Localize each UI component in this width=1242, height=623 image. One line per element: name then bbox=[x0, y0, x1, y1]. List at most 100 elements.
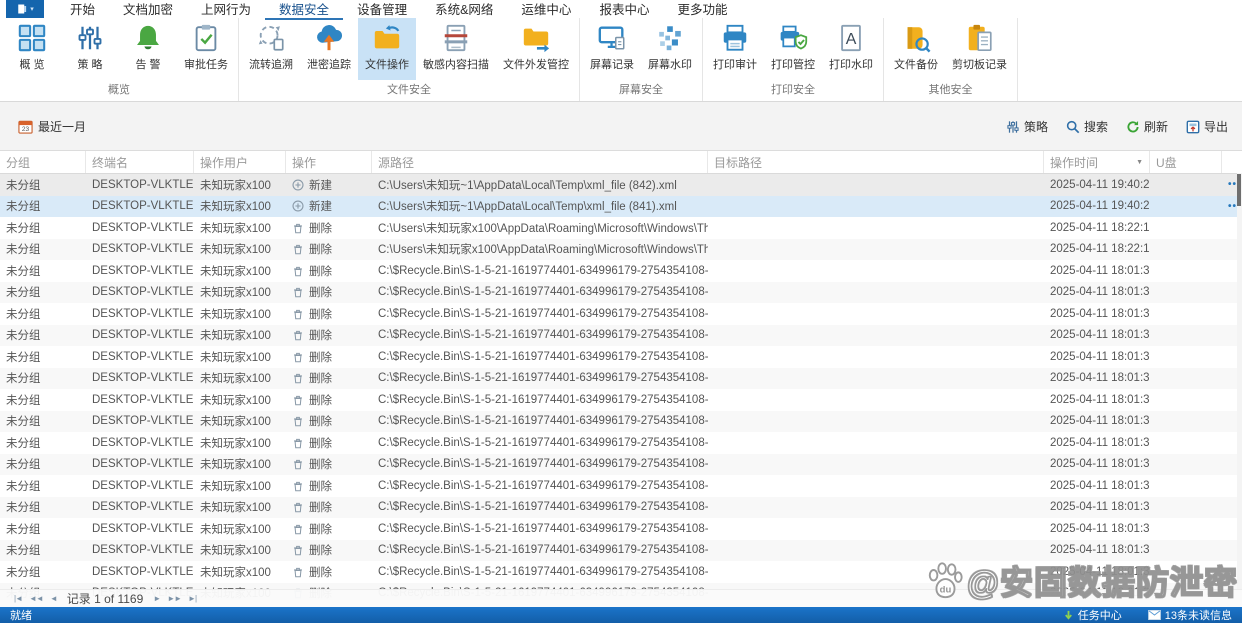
menu-tab-5[interactable]: 设备管理 bbox=[343, 0, 421, 20]
nav-prev-page-button[interactable]: ◄◄ bbox=[29, 594, 44, 603]
cell-operation: 删除 bbox=[286, 542, 372, 558]
cell-source-path: C:\$Recycle.Bin\S-1-5-21-1619774401-6349… bbox=[378, 522, 708, 535]
ribbon-item[interactable]: 打印管控 bbox=[764, 18, 822, 80]
nav-last-button[interactable]: ►| bbox=[188, 594, 197, 603]
cell-group: 未分组 bbox=[6, 287, 41, 300]
table-row[interactable]: 未分组 DESKTOP-VLKTLE1 未知玩家x100 删除 C:\$Recycle.… bbox=[0, 410, 1242, 432]
app-menu-button[interactable]: ▾ bbox=[6, 0, 44, 18]
table-row[interactable]: 未分组 DESKTOP-VLKTLE1 未知玩家x100 删除 C:\$Recycle.… bbox=[0, 475, 1242, 497]
ribbon-item[interactable]: 屏幕记录 bbox=[583, 18, 641, 80]
ribbon-item[interactable]: 告 警 bbox=[119, 18, 177, 80]
task-center-button[interactable]: 任务中心 bbox=[1063, 607, 1122, 623]
table-row[interactable]: 未分组 DESKTOP-VLKTLE1 未知玩家x100 删除 C:\Users\未知玩… bbox=[0, 217, 1242, 239]
table-row[interactable]: 未分组 DESKTOP-VLKTLE1 未知玩家x100 删除 C:\$Recycle.… bbox=[0, 432, 1242, 454]
column-header[interactable]: 终端名 bbox=[86, 151, 194, 173]
table-row[interactable]: 未分组 DESKTOP-VLKTLE1 未知玩家x100 删除 C:\$Recycle.… bbox=[0, 496, 1242, 518]
cell-source-path: C:\Users\未知玩家x100\AppData\Roaming\Micros… bbox=[378, 244, 708, 257]
column-header[interactable]: 目标路径 bbox=[708, 151, 1044, 173]
table-row[interactable]: 未分组 DESKTOP-VLKTLE1 未知玩家x100 删除 C:\$Recycle.… bbox=[0, 389, 1242, 411]
ribbon-item[interactable]: 文件外发管控 bbox=[496, 18, 576, 80]
cell-user: 未知玩家x100 bbox=[200, 179, 271, 192]
cell-operation: 删除 bbox=[286, 241, 372, 257]
scrollbar-thumb[interactable] bbox=[1237, 174, 1241, 206]
column-header[interactable]: 操作时间 ▼ bbox=[1044, 151, 1150, 173]
ribbon-item[interactable]: 剪切板记录 bbox=[945, 18, 1014, 80]
cell-group: 未分组 bbox=[6, 545, 41, 558]
ribbon-item[interactable]: 文件备份 bbox=[887, 18, 945, 80]
date-range-filter[interactable]: 23 最近一月 bbox=[18, 118, 86, 135]
search-button[interactable]: 搜索 bbox=[1066, 118, 1108, 135]
cell-group: 未分组 bbox=[6, 179, 41, 192]
column-header[interactable]: U盘 bbox=[1150, 151, 1222, 173]
menu-tab-1[interactable]: 开始 bbox=[56, 0, 109, 20]
cell-source-path: C:\$Recycle.Bin\S-1-5-21-1619774401-6349… bbox=[378, 350, 708, 363]
column-header[interactable]: 操作用户 bbox=[194, 151, 286, 173]
sort-arrow-icon[interactable]: ▼ bbox=[1136, 159, 1143, 166]
menu-tab-2[interactable]: 文档加密 bbox=[109, 0, 187, 20]
trash-icon bbox=[292, 308, 304, 320]
menu-tab-4[interactable]: 数据安全 bbox=[265, 0, 344, 20]
table-row[interactable]: 未分组 DESKTOP-VLKTLE1 未知玩家x100 删除 C:\$Recycle.… bbox=[0, 303, 1242, 325]
ribbon-item[interactable]: 打印审计 bbox=[706, 18, 764, 80]
ribbon-item[interactable]: 策 略 bbox=[61, 18, 119, 80]
export-button[interactable]: 导出 bbox=[1186, 118, 1228, 135]
cell-operation: 删除 bbox=[286, 478, 372, 494]
trash-icon bbox=[292, 372, 304, 384]
grid-header: 分组 终端名 操作用户 操作 源路径 目标路径 操作时间 ▼ U盘 bbox=[0, 151, 1242, 174]
cell-operation: 新建 bbox=[286, 177, 372, 193]
column-header[interactable]: 操作 bbox=[286, 151, 372, 173]
ribbon-item[interactable]: 流转追溯 bbox=[242, 18, 300, 80]
table-row[interactable]: 未分组 DESKTOP-VLKTLE1 未知玩家x100 新建 C:\Users\未知玩… bbox=[0, 174, 1242, 196]
plus-circle-icon bbox=[292, 200, 304, 212]
refresh-button[interactable]: 刷新 bbox=[1126, 118, 1168, 135]
ribbon-item[interactable]: 泄密追踪 bbox=[300, 18, 358, 80]
nav-next-page-button[interactable]: ►► bbox=[167, 594, 182, 603]
menu-tab-3[interactable]: 上网行为 bbox=[187, 0, 265, 20]
table-row[interactable]: 未分组 DESKTOP-VLKTLE1 未知玩家x100 删除 C:\$Recycle.… bbox=[0, 518, 1242, 540]
cell-terminal: DESKTOP-VLKTLE1 bbox=[92, 286, 194, 299]
cell-terminal: DESKTOP-VLKTLE1 bbox=[92, 415, 194, 428]
unread-messages-button[interactable]: 13条未读信息 bbox=[1147, 607, 1232, 623]
ribbon-group-label: 概览 bbox=[108, 84, 130, 96]
screen-record-icon bbox=[597, 23, 627, 53]
ribbon-item[interactable]: 文件操作 bbox=[358, 18, 416, 80]
ribbon-item[interactable]: 概 览 bbox=[3, 18, 61, 80]
nav-next-button[interactable]: ► bbox=[153, 594, 161, 603]
trash-icon bbox=[292, 351, 304, 363]
ribbon-item[interactable]: A 打印水印 bbox=[822, 18, 880, 80]
table-row[interactable]: 未分组 DESKTOP-VLKTLE1 未知玩家x100 删除 C:\$Recycle.… bbox=[0, 260, 1242, 282]
policy-button[interactable]: 策略 bbox=[1006, 118, 1048, 135]
nav-first-button[interactable]: |◄ bbox=[14, 594, 23, 603]
table-row[interactable]: 未分组 DESKTOP-VLKTLE1 未知玩家x100 删除 C:\$Recycle.… bbox=[0, 281, 1242, 303]
vertical-scrollbar[interactable] bbox=[1237, 173, 1242, 589]
column-header[interactable]: 分组 bbox=[0, 151, 86, 173]
trash-icon bbox=[292, 415, 304, 427]
table-row[interactable]: 未分组 DESKTOP-VLKTLE1 未知玩家x100 删除 C:\Users\未知玩… bbox=[0, 238, 1242, 260]
policy-sliders-icon bbox=[75, 23, 105, 53]
menu-tab-6[interactable]: 系统&网络 bbox=[421, 0, 507, 20]
cell-terminal: DESKTOP-VLKTLE1 bbox=[92, 458, 194, 471]
table-row[interactable]: 未分组 DESKTOP-VLKTLE1 未知玩家x100 删除 C:\$Recycle.… bbox=[0, 561, 1242, 583]
table-row[interactable]: 未分组 DESKTOP-VLKTLE1 未知玩家x100 删除 C:\$Recycle.… bbox=[0, 367, 1242, 389]
table-row[interactable]: 未分组 DESKTOP-VLKTLE1 未知玩家x100 删除 C:\$Recycle.… bbox=[0, 539, 1242, 561]
column-header[interactable]: 源路径 bbox=[372, 151, 708, 173]
table-row[interactable]: 未分组 DESKTOP-VLKTLE1 未知玩家x100 删除 C:\$Recycle.… bbox=[0, 453, 1242, 475]
cell-time: 2025-04-11 18:01:38 bbox=[1050, 522, 1150, 535]
menu-tab-8[interactable]: 报表中心 bbox=[585, 0, 663, 20]
cell-group: 未分组 bbox=[6, 244, 41, 257]
ribbon-item[interactable]: 屏幕水印 bbox=[641, 18, 699, 80]
ribbon-item[interactable]: 审批任务 bbox=[177, 18, 235, 80]
print-watermark-icon: A bbox=[836, 23, 866, 53]
status-ready-label: 就绪 bbox=[10, 610, 32, 622]
nav-prev-button[interactable]: ◄ bbox=[50, 594, 58, 603]
ribbon-item[interactable]: 敏感内容扫描 bbox=[416, 18, 496, 80]
menu-tab-9[interactable]: 更多功能 bbox=[663, 0, 741, 20]
table-row[interactable]: 未分组 DESKTOP-VLKTLE1 未知玩家x100 删除 C:\$Recycle.… bbox=[0, 346, 1242, 368]
cell-time: 2025-04-11 18:01:38 bbox=[1050, 479, 1150, 492]
cell-terminal: DESKTOP-VLKTLE1 bbox=[92, 200, 194, 213]
menu-tab-7[interactable]: 运维中心 bbox=[507, 0, 585, 20]
table-row[interactable]: 未分组 DESKTOP-VLKTLE1 未知玩家x100 新建 C:\Users\未知玩… bbox=[0, 195, 1242, 217]
table-row[interactable]: 未分组 DESKTOP-VLKTLE1 未知玩家x100 删除 C:\$Recycle.… bbox=[0, 324, 1242, 346]
download-arrow-icon bbox=[1063, 610, 1074, 621]
trash-icon bbox=[292, 329, 304, 341]
